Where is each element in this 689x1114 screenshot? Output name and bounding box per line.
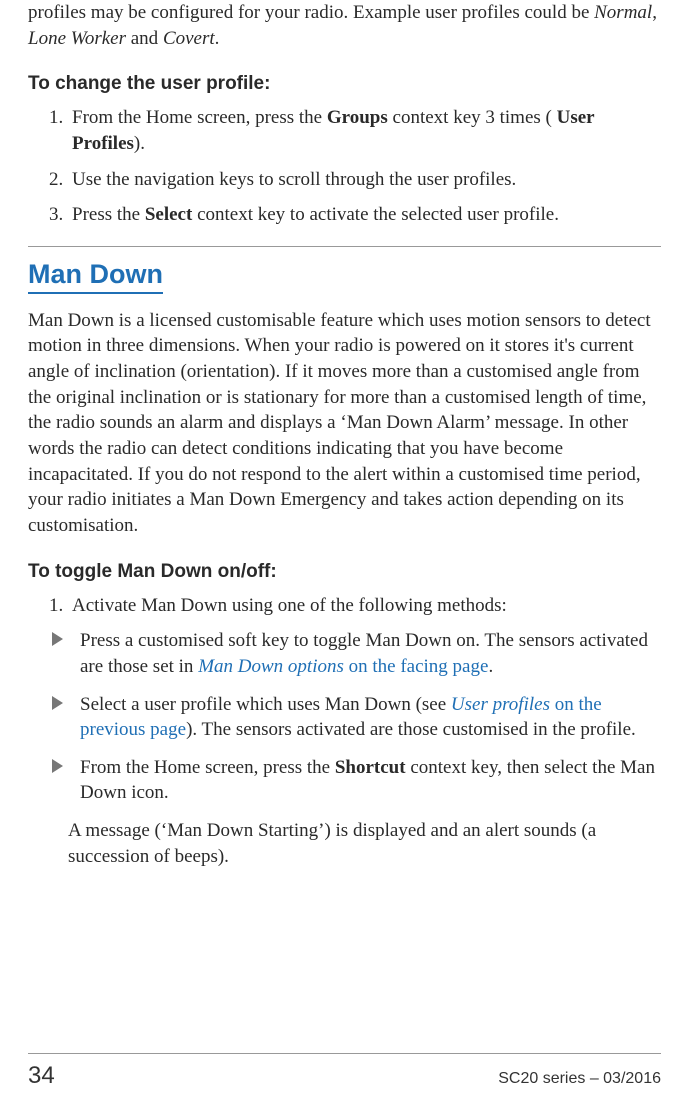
step-1: From the Home screen, press the Groups c… (68, 105, 661, 156)
b1-link-italic[interactable]: Man Down options (198, 656, 344, 677)
b1-link-rest[interactable]: on the facing page (344, 656, 489, 677)
after-list-paragraph: A message (‘Man Down Starting’) is displ… (68, 818, 661, 869)
toggle-bullets: Press a customised soft key to toggle Ma… (28, 628, 661, 806)
b3-a: From the Home screen, press the (80, 757, 335, 778)
b2-b: ). The sensors activated are those custo… (186, 719, 636, 740)
footer-divider (28, 1053, 661, 1054)
intro-text-1: profiles may be configured for your radi… (28, 2, 594, 23)
step3-c: context key to activate the selected use… (192, 204, 559, 225)
step3-b: Select (145, 204, 192, 225)
step1-c: context key 3 times ( (388, 107, 557, 128)
bullet-1: Press a customised soft key to toggle Ma… (52, 628, 661, 679)
b2-a: Select a user profile which uses Man Dow… (80, 694, 451, 715)
bullet-2: Select a user profile which uses Man Dow… (52, 692, 661, 743)
intro-sep-1: , (652, 2, 657, 23)
intro-sep-2: and (126, 28, 163, 49)
intro-end: . (215, 28, 220, 49)
section-divider: Man Down (28, 246, 661, 308)
page-footer: 34 SC20 series – 03/2016 (28, 1053, 661, 1090)
step-2: Use the navigation keys to scroll throug… (68, 167, 661, 193)
triangle-icon (52, 632, 63, 646)
toggle-heading: To toggle Man Down on/off: (28, 561, 661, 583)
toggle-steps: Activate Man Down using one of the follo… (28, 593, 661, 619)
intro-italic-3: Covert (163, 28, 215, 49)
page-number: 34 (28, 1062, 55, 1090)
triangle-icon (52, 759, 63, 773)
intro-italic-1: Normal (594, 2, 652, 23)
b3-b: Shortcut (335, 757, 406, 778)
document-id: SC20 series – 03/2016 (498, 1070, 661, 1088)
step1-a: From the Home screen, press the (72, 107, 327, 128)
triangle-icon (52, 696, 63, 710)
step3-a: Press the (72, 204, 145, 225)
bullet-3: From the Home screen, press the Shortcut… (52, 755, 661, 806)
change-profile-steps: From the Home screen, press the Groups c… (28, 105, 661, 228)
intro-paragraph: profiles may be configured for your radi… (28, 0, 661, 51)
step1-e: ). (134, 133, 145, 154)
step1-b: Groups (327, 107, 388, 128)
b2-link-italic[interactable]: User profiles (451, 694, 550, 715)
intro-italic-2: Lone Worker (28, 28, 126, 49)
man-down-title: Man Down (28, 259, 163, 294)
toggle-step-1: Activate Man Down using one of the follo… (68, 593, 661, 619)
man-down-paragraph: Man Down is a licensed customisable feat… (28, 308, 661, 539)
b1-end: . (488, 656, 493, 677)
step-3: Press the Select context key to activate… (68, 202, 661, 228)
change-profile-heading: To change the user profile: (28, 73, 661, 95)
